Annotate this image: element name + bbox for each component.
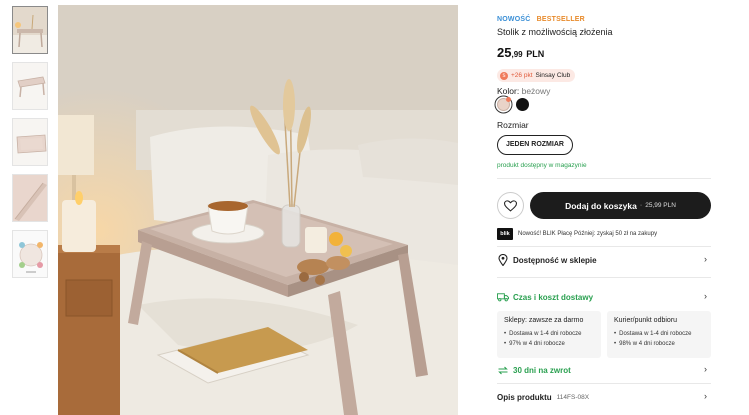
price-decimal: ,99: [511, 50, 523, 59]
thumbnail-4[interactable]: [12, 174, 48, 222]
chevron-right-icon: ›: [704, 391, 707, 401]
product-title: Stolik z możliwością złożenia: [497, 27, 613, 37]
cart-separator: ·: [639, 202, 643, 209]
availability-text: produkt dostępny w magazynie: [497, 162, 587, 169]
product-description-label: Opis produktu: [497, 392, 552, 402]
blik-logo: blik: [497, 228, 513, 240]
truck-icon: [497, 291, 509, 303]
blik-promo[interactable]: blik Nowość! BLIK Płacę Później: zyskaj …: [497, 228, 657, 240]
delivery-label: Czas i koszt dostawy: [513, 292, 594, 302]
chevron-right-icon: ›: [704, 291, 707, 301]
new-dot-icon: [506, 97, 511, 102]
return-arrows-icon: [497, 364, 509, 376]
heart-icon: [504, 199, 517, 212]
swatch-black[interactable]: [516, 98, 529, 111]
divider: [497, 277, 711, 278]
size-label: Rozmiar: [497, 120, 529, 130]
returns-label: 30 dni na zwrot: [513, 365, 571, 375]
badge-bestseller: BESTSELLER: [536, 16, 585, 23]
list-item: 98% w 4 dni robocze: [614, 339, 704, 349]
list-item: Dostawa w 1-4 dni robocze: [504, 329, 594, 339]
list-item: Dostawa w 1-4 dni robocze: [614, 329, 704, 339]
chevron-right-icon: ›: [704, 364, 707, 374]
cart-price: 25,99 PLN: [645, 202, 676, 209]
points-icon: s: [500, 71, 508, 80]
delivery-row[interactable]: Czas i koszt dostawy ›: [497, 289, 711, 305]
points-text: +26 pkt: [511, 72, 533, 79]
thumbnail-1[interactable]: [12, 6, 48, 54]
list-item: 97% w 4 dni robocze: [504, 339, 594, 349]
delivery-courier-title: Kurier/punkt odbioru: [614, 317, 678, 324]
badge-new: NOWOŚĆ: [497, 16, 531, 23]
thumbnail-3[interactable]: [12, 118, 48, 166]
thumbnail-list: [12, 6, 50, 286]
favorite-button[interactable]: [497, 192, 524, 219]
blik-text: Nowość! BLIK Płacę Później: zyskaj 50 zł…: [518, 231, 658, 237]
product-photo: [58, 5, 458, 415]
color-label: Kolor:: [497, 86, 520, 96]
add-to-cart-label: Dodaj do koszyka: [565, 200, 637, 211]
divider: [497, 178, 711, 179]
delivery-card-store: Sklepy: zawsze za darmo Dostawa w 1-4 dn…: [497, 311, 601, 358]
product-code: 114FS-08X: [556, 393, 590, 401]
divider: [497, 246, 711, 247]
delivery-store-title: Sklepy: zawsze za darmo: [504, 317, 584, 324]
product-description-row[interactable]: Opis produktu 114FS-08X ›: [497, 389, 711, 405]
store-availability-row[interactable]: Dostępność w sklepie ›: [497, 252, 711, 268]
size-option-button[interactable]: JEDEN ROZMIAR: [497, 135, 573, 155]
location-pin-icon: [497, 254, 509, 266]
returns-row[interactable]: 30 dni na zwrot ›: [497, 362, 711, 378]
delivery-courier-list: Dostawa w 1-4 dni robocze 98% w 4 dni ro…: [614, 329, 704, 349]
product-page: NOWOŚĆ BESTSELLER Stolik z możliwością z…: [0, 0, 749, 415]
divider: [497, 383, 711, 384]
delivery-store-list: Dostawa w 1-4 dni robocze 97% w 4 dni ro…: [504, 329, 594, 349]
price-currency: PLN: [526, 49, 545, 59]
main-product-image[interactable]: [58, 5, 458, 415]
store-availability-label: Dostępność w sklepie: [513, 255, 597, 265]
points-club: Sinsay Club: [535, 72, 571, 79]
product-badges: NOWOŚĆ BESTSELLER: [497, 16, 585, 23]
color-value: beżowy: [521, 86, 551, 96]
loyalty-points-badge[interactable]: s +26 pkt Sinsay Club: [497, 69, 576, 82]
color-row: Kolor: beżowy: [497, 86, 550, 96]
thumbnail-5[interactable]: [12, 230, 48, 278]
thumbnail-2[interactable]: [12, 62, 48, 110]
color-swatches: [497, 97, 529, 111]
delivery-card-courier: Kurier/punkt odbioru Dostawa w 1-4 dni r…: [607, 311, 711, 358]
add-to-cart-button[interactable]: Dodaj do koszyka · 25,99 PLN: [530, 192, 711, 219]
product-price: 25,99 PLN: [497, 45, 544, 60]
chevron-right-icon: ›: [704, 254, 707, 264]
swatch-beige[interactable]: [497, 97, 511, 111]
price-integer: 25: [497, 45, 512, 60]
